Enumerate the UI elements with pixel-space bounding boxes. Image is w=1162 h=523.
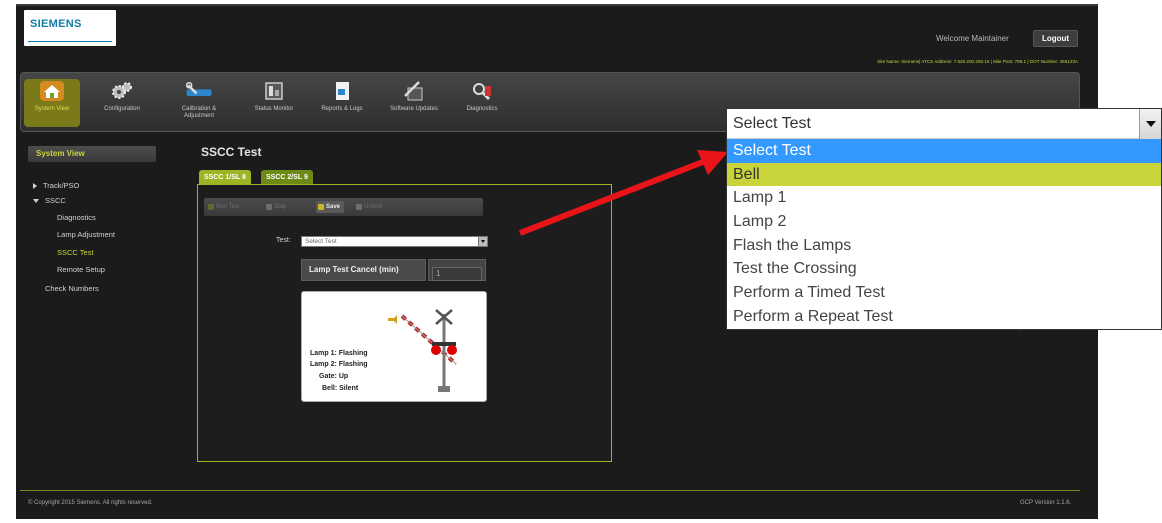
dropdown-option[interactable]: Lamp 1 <box>727 186 1161 210</box>
dropdown-option[interactable]: Test the Crossing <box>727 257 1161 281</box>
dropdown-option[interactable]: Bell <box>727 162 1161 187</box>
dropdown-options: Select Test Bell Lamp 1 Lamp 2 Flash the Lam… <box>727 139 1161 329</box>
dropdown-option[interactable]: Perform a Repeat Test <box>727 305 1161 329</box>
chevron-down-icon[interactable] <box>1139 109 1161 139</box>
dropdown-current-value: Select Test <box>733 115 811 132</box>
dropdown-option[interactable]: Flash the Lamps <box>727 234 1161 258</box>
dropdown-option[interactable]: Lamp 2 <box>727 210 1161 234</box>
dropdown-option[interactable]: Perform a Timed Test <box>727 281 1161 305</box>
test-dropdown-zoom[interactable]: Select Test Select Test Bell Lamp 1 Lamp 2F… <box>726 108 1162 330</box>
dropdown-current[interactable]: Select Test <box>727 109 1161 139</box>
dropdown-option[interactable]: Select Test <box>727 139 1161 163</box>
app-root: SIEMENS Welcome Maintainer Logout Site N… <box>0 0 1162 523</box>
